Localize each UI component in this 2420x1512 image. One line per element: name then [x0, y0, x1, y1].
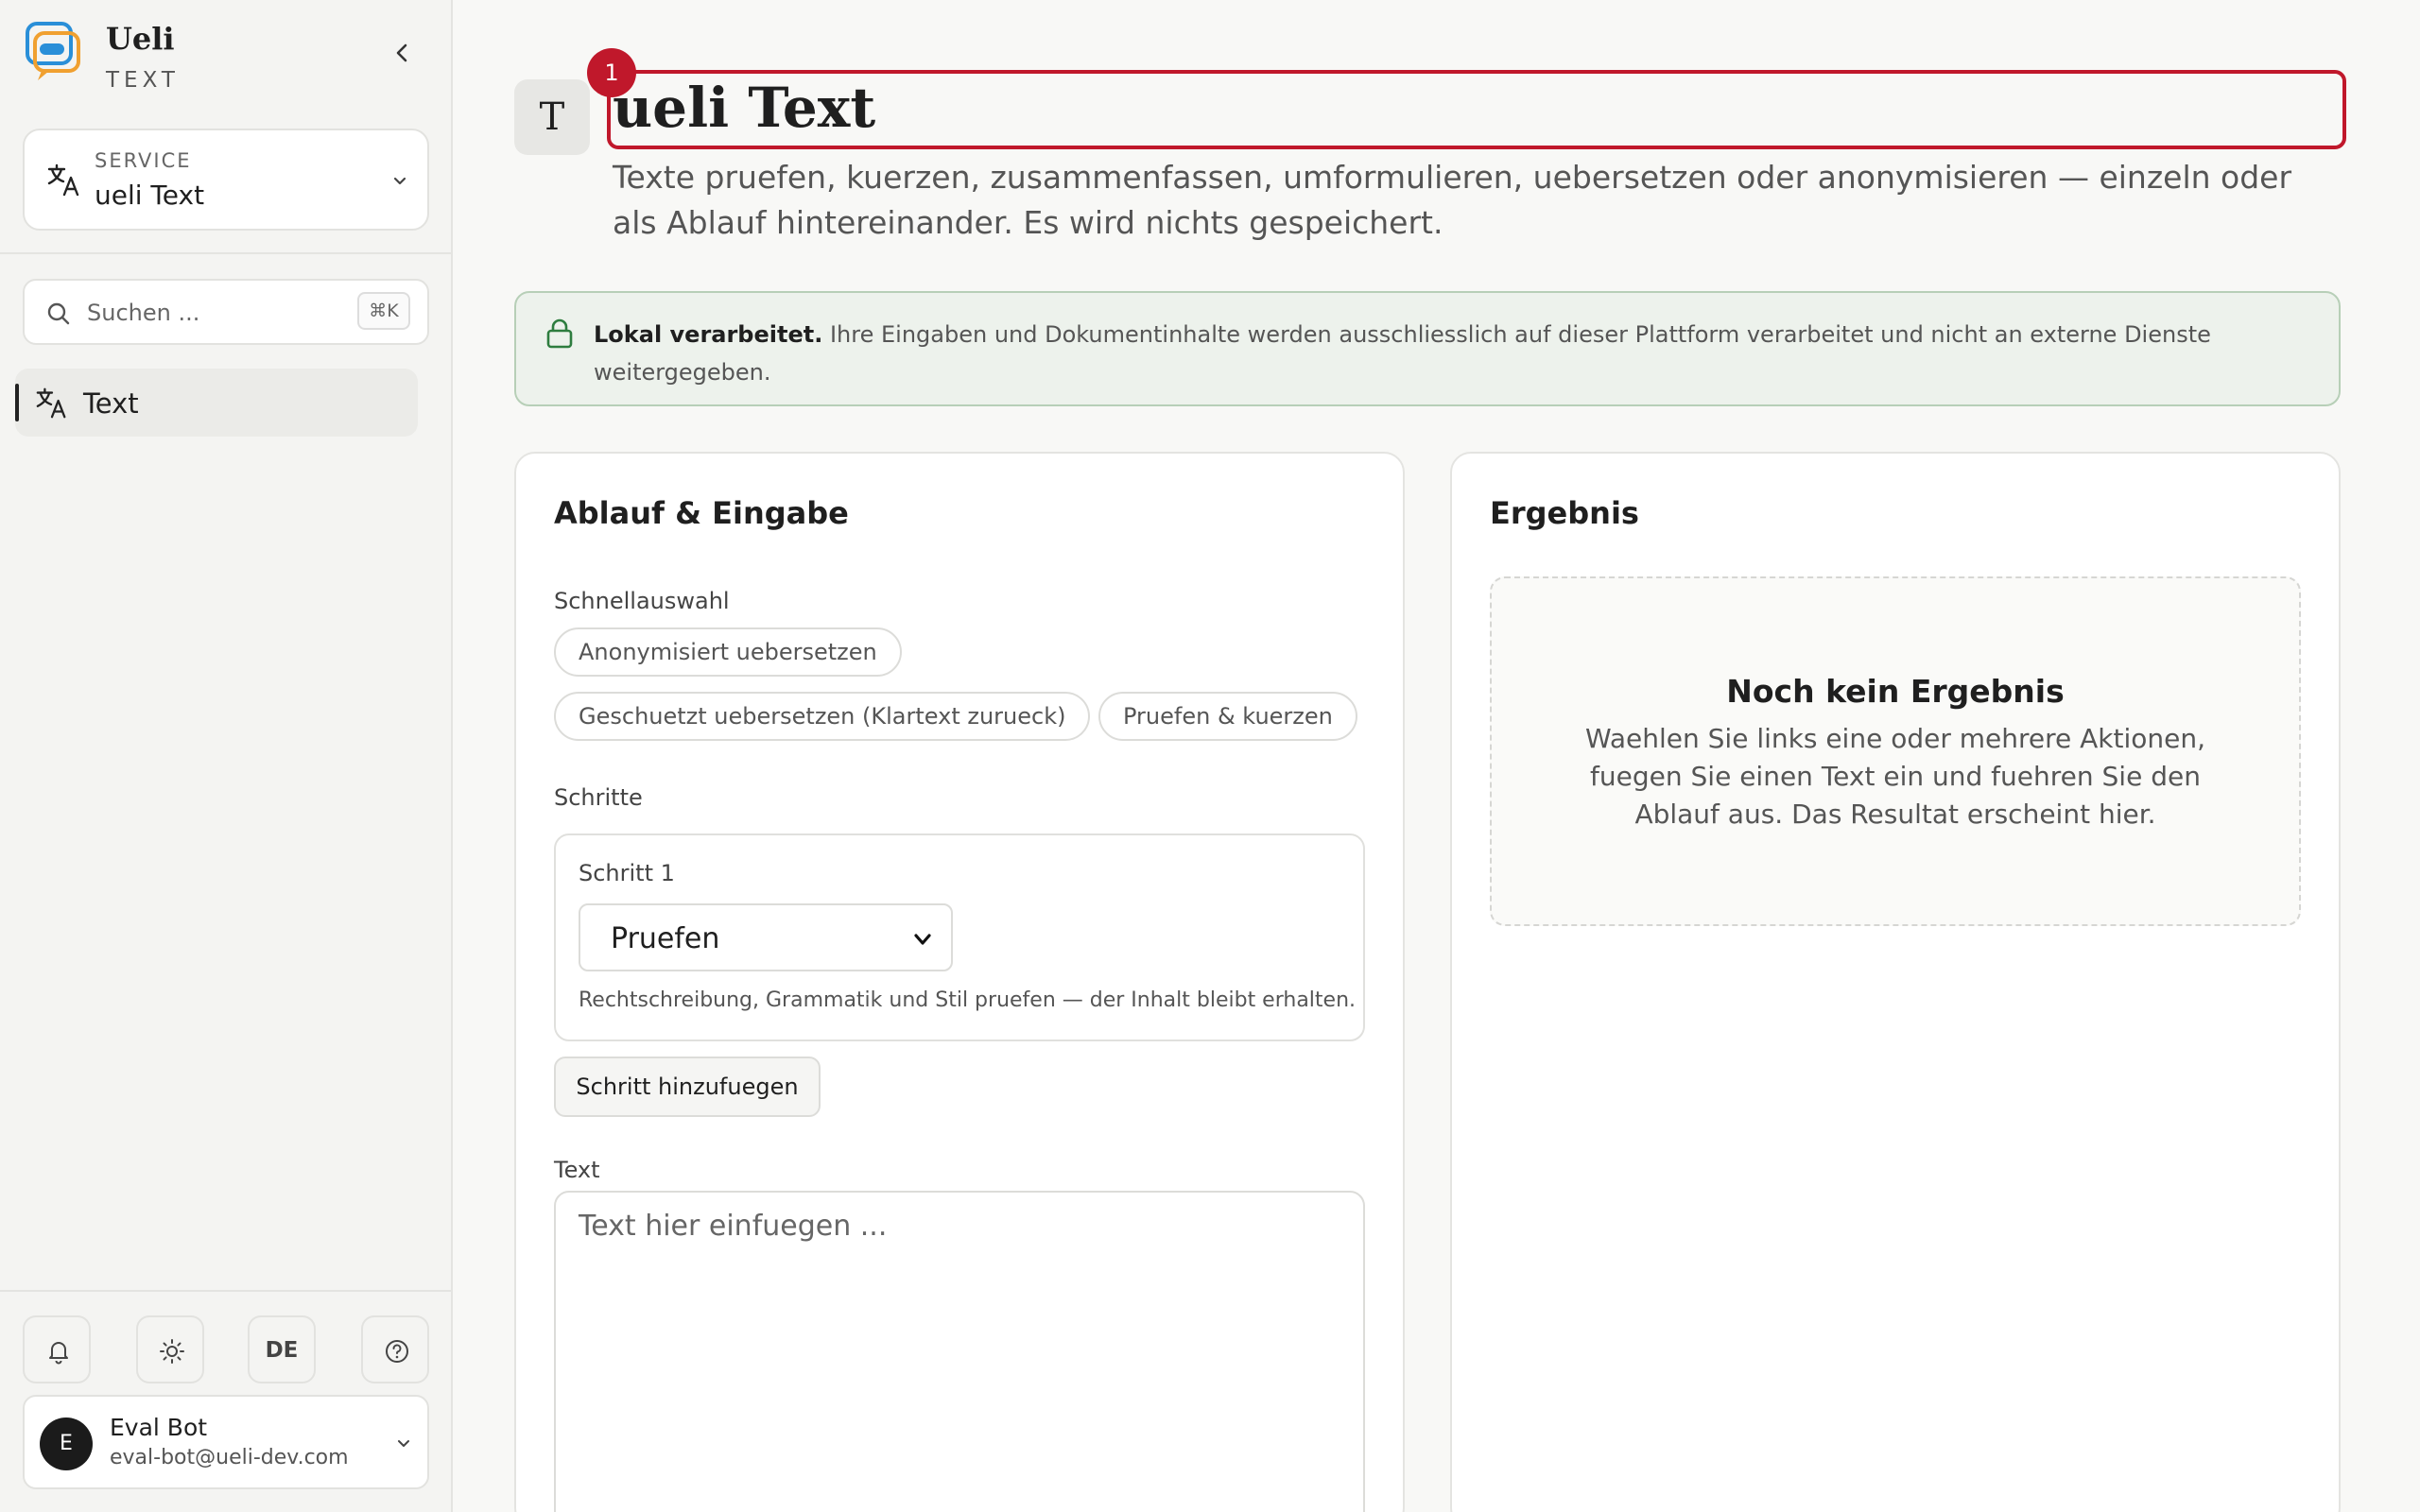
help-icon	[386, 1340, 408, 1363]
input-card-title: Ablauf & Eingabe	[554, 495, 849, 531]
brand-text: Ueli TEXT	[106, 21, 180, 93]
service-value: ueli Text	[95, 180, 205, 211]
language-button[interactable]: DE	[248, 1315, 316, 1383]
notice-text: Lokal verarbeitet. Ihre Eingaben und Dok…	[594, 316, 2276, 391]
user-email: eval-bot@ueli-dev.com	[110, 1446, 349, 1469]
steps-label: Schritte	[554, 784, 643, 811]
chevron-down-icon	[914, 934, 931, 945]
quick-option-check-shorten[interactable]: Pruefen & kuerzen	[1098, 692, 1357, 741]
privacy-notice: Lokal verarbeitet. Ihre Eingaben und Dok…	[514, 291, 2341, 406]
input-card: Ablauf & Eingabe Schnellauswahl Anonymis…	[514, 452, 1405, 1512]
page-title: ueli Text	[613, 76, 876, 140]
chevron-down-icon	[398, 1440, 409, 1447]
translate-icon	[36, 387, 66, 419]
sidebar: Ueli TEXT SERVICE ueli Text Suchen ... ⌘…	[0, 0, 453, 1512]
brand[interactable]: Ueli TEXT	[25, 21, 180, 93]
text-input[interactable]: Text hier einfuegen ...	[554, 1191, 1365, 1512]
theme-toggle-button[interactable]	[136, 1315, 204, 1383]
divider	[0, 1290, 453, 1292]
search-input[interactable]: Suchen ... ⌘K	[23, 279, 429, 345]
sidebar-item-label: Text	[83, 387, 139, 420]
chevron-down-icon	[393, 177, 406, 185]
step-action-select[interactable]: Pruefen	[579, 903, 953, 971]
translate-icon	[47, 163, 79, 197]
brand-subtitle: TEXT	[106, 68, 180, 93]
step-item: Schritt 1 Pruefen Rechtschreibung, Gramm…	[554, 833, 1365, 1041]
bell-icon	[49, 1342, 68, 1365]
service-selector[interactable]: SERVICE ueli Text	[23, 129, 429, 231]
empty-state: Noch kein Ergebnis Waehlen Sie links ein…	[1490, 576, 2301, 926]
quick-select-label: Schnellauswahl	[554, 588, 730, 614]
service-label: SERVICE	[95, 149, 192, 172]
app-logo-icon	[26, 22, 80, 80]
user-menu[interactable]: E Eval Bot eval-bot@ueli-dev.com	[23, 1395, 429, 1489]
search-shortcut: ⌘K	[357, 292, 410, 330]
avatar: E	[40, 1418, 93, 1470]
empty-title: Noch kein Ergebnis	[1726, 673, 2065, 710]
step-help-text: Rechtschreibung, Grammatik und Stil prue…	[579, 988, 1357, 1012]
empty-text: Waehlen Sie links eine oder mehrere Akti…	[1584, 723, 2206, 830]
language-label: DE	[265, 1338, 299, 1363]
search-placeholder: Suchen ...	[87, 300, 200, 326]
divider	[0, 252, 453, 254]
text-placeholder: Text hier einfuegen ...	[579, 1210, 888, 1243]
step-action-value: Pruefen	[611, 922, 720, 955]
brand-name: Ueli	[106, 21, 175, 57]
annotation-badge: 1	[587, 48, 636, 97]
help-button[interactable]	[361, 1315, 429, 1383]
search-icon	[47, 302, 70, 325]
result-card-title: Ergebnis	[1490, 495, 1639, 531]
text-label: Text	[554, 1157, 600, 1183]
add-step-button[interactable]: Schritt hinzufuegen	[554, 1057, 821, 1117]
step-label: Schritt 1	[579, 860, 675, 886]
collapse-sidebar-icon[interactable]	[386, 36, 420, 70]
notifications-button[interactable]	[23, 1315, 91, 1383]
quick-option-anonymized-translate[interactable]: Anonymisiert uebersetzen	[554, 627, 902, 677]
result-card: Ergebnis Noch kein Ergebnis Waehlen Sie …	[1450, 452, 2341, 1512]
sun-icon	[160, 1339, 184, 1364]
active-indicator	[15, 384, 19, 421]
lock-icon	[546, 318, 573, 349]
sidebar-item-text[interactable]: Text	[15, 369, 418, 437]
user-name: Eval Bot	[110, 1414, 208, 1441]
page-icon: T	[514, 79, 590, 155]
notice-body: Ihre Eingaben und Dokumentinhalte werden…	[594, 321, 2211, 386]
page-description: Texte pruefen, kuerzen, zusammenfassen, …	[613, 159, 2292, 241]
quick-option-protected-translate[interactable]: Geschuetzt uebersetzen (Klartext zurueck…	[554, 692, 1091, 741]
notice-bold: Lokal verarbeitet.	[594, 321, 823, 348]
